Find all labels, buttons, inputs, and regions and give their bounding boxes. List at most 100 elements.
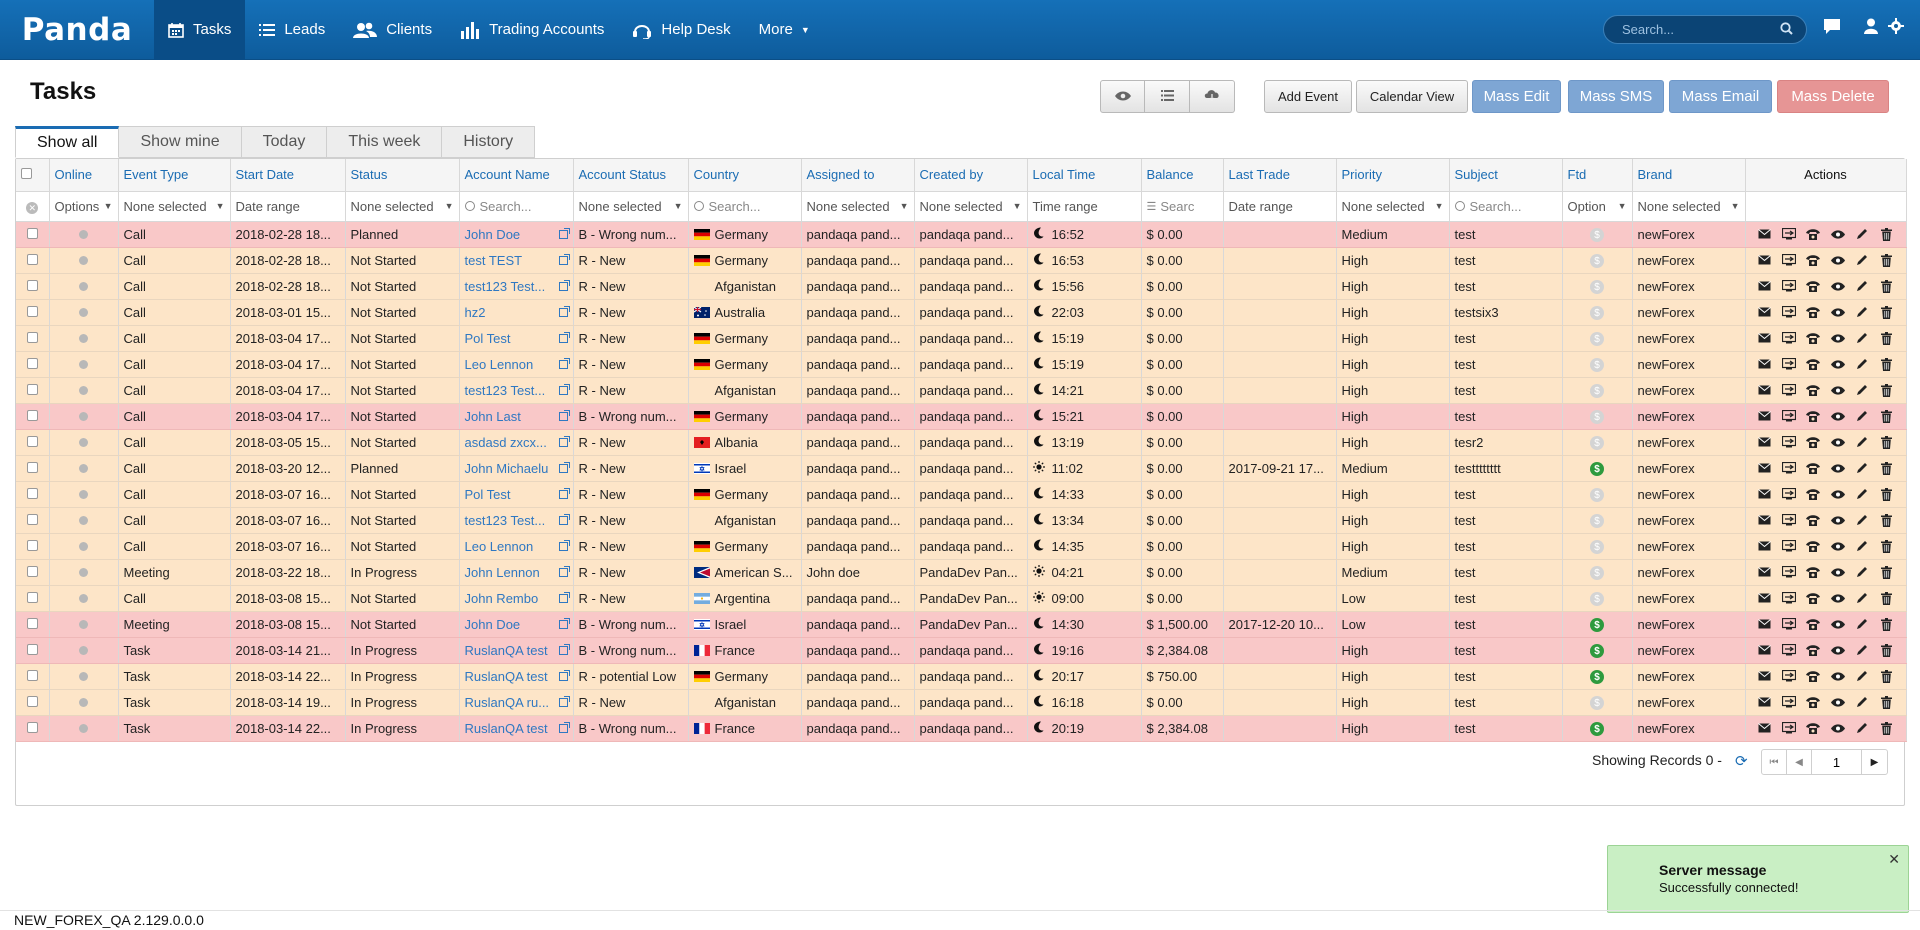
row-checkbox[interactable] <box>26 409 38 421</box>
table-row[interactable]: Call 2018-03-04 17... Not Started Pol Test R… <box>16 325 1907 352</box>
nav-leads[interactable]: Leads <box>245 0 339 60</box>
email-icon[interactable] <box>1757 333 1773 343</box>
sms-icon[interactable] <box>1781 566 1797 578</box>
eye-icon[interactable] <box>1830 723 1846 733</box>
phone-icon[interactable] <box>1805 540 1821 552</box>
calendar-view-button[interactable]: Calendar View <box>1356 80 1468 113</box>
pencil-icon[interactable] <box>1854 540 1870 552</box>
table-row[interactable]: Meeting 2018-03-22 18... In Progress John L… <box>16 559 1907 586</box>
email-icon[interactable] <box>1757 411 1773 421</box>
trash-icon[interactable] <box>1878 305 1894 319</box>
row-checkbox[interactable] <box>26 539 38 551</box>
table-row[interactable]: Call 2018-03-04 17... Not Started John Last… <box>16 403 1907 430</box>
sms-icon[interactable] <box>1781 358 1797 370</box>
table-row[interactable]: Call 2018-03-08 15... Not Started John Remb… <box>16 585 1907 612</box>
account-name-link[interactable]: John Lennon <box>465 565 540 580</box>
filter-last-trade[interactable]: Date range <box>1223 191 1337 222</box>
col-created-by[interactable]: Created by <box>914 159 1028 192</box>
global-search-input[interactable] <box>1620 21 1780 38</box>
phone-icon[interactable] <box>1805 254 1821 266</box>
phone-icon[interactable] <box>1805 488 1821 500</box>
table-row[interactable]: Task 2018-03-14 21... In Progress RuslanQA … <box>16 637 1907 664</box>
account-name-link[interactable]: hz2 <box>465 305 486 320</box>
eye-icon[interactable] <box>1830 567 1846 577</box>
external-link-icon[interactable] <box>558 487 570 499</box>
filter-subject[interactable]: Search... <box>1449 191 1563 222</box>
row-checkbox[interactable] <box>26 591 38 603</box>
account-name-link[interactable]: Pol Test <box>465 331 511 346</box>
nav-clients[interactable]: Clients <box>339 0 446 60</box>
phone-icon[interactable] <box>1805 358 1821 370</box>
account-name-link[interactable]: John Last <box>465 409 521 424</box>
search-icon[interactable] <box>1780 21 1793 38</box>
email-icon[interactable] <box>1757 671 1773 681</box>
phone-icon[interactable] <box>1805 644 1821 656</box>
table-row[interactable]: Call 2018-03-07 16... Not Started Pol Test R… <box>16 481 1907 508</box>
filter-start-date[interactable]: Date range <box>230 191 346 222</box>
col-brand[interactable]: Brand <box>1632 159 1746 192</box>
email-icon[interactable] <box>1757 489 1773 499</box>
external-link-icon[interactable] <box>558 695 570 707</box>
col-last-trade[interactable]: Last Trade <box>1223 159 1337 192</box>
filter-country[interactable]: Search... <box>688 191 802 222</box>
sms-icon[interactable] <box>1781 722 1797 734</box>
mass-delete-button[interactable]: Mass Delete <box>1777 80 1889 113</box>
email-icon[interactable] <box>1757 723 1773 733</box>
email-icon[interactable] <box>1757 359 1773 369</box>
eye-icon[interactable] <box>1830 411 1846 421</box>
external-link-icon[interactable] <box>558 279 570 291</box>
table-row[interactable]: Call 2018-03-01 15... Not Started hz2 R - Ne… <box>16 299 1907 326</box>
col-start-date[interactable]: Start Date <box>230 159 346 192</box>
eye-icon[interactable] <box>1830 645 1846 655</box>
trash-icon[interactable] <box>1878 669 1894 683</box>
row-checkbox[interactable] <box>26 435 38 447</box>
email-icon[interactable] <box>1757 619 1773 629</box>
sms-icon[interactable] <box>1781 514 1797 526</box>
external-link-icon[interactable] <box>558 435 570 447</box>
tab-show-all[interactable]: Show all <box>15 126 120 158</box>
pencil-icon[interactable] <box>1854 410 1870 422</box>
col-subject[interactable]: Subject <box>1449 159 1563 192</box>
phone-icon[interactable] <box>1805 592 1821 604</box>
row-checkbox[interactable] <box>26 227 38 239</box>
filter-balance[interactable]: ☰ Searc <box>1141 191 1224 222</box>
eye-icon[interactable] <box>1830 307 1846 317</box>
trash-icon[interactable] <box>1878 331 1894 345</box>
select-all-checkbox[interactable] <box>21 168 32 180</box>
nav-tasks[interactable]: Tasks <box>154 0 246 60</box>
eye-icon[interactable] <box>1830 671 1846 681</box>
filter-assigned-to[interactable]: None selected ▼ <box>801 191 915 222</box>
trash-icon[interactable] <box>1878 487 1894 501</box>
row-checkbox[interactable] <box>26 565 38 577</box>
external-link-icon[interactable] <box>558 643 570 655</box>
phone-icon[interactable] <box>1805 410 1821 422</box>
filter-online[interactable]: Options ▼ <box>49 191 119 222</box>
pencil-icon[interactable] <box>1854 254 1870 266</box>
trash-icon[interactable] <box>1878 383 1894 397</box>
eye-icon[interactable] <box>1830 541 1846 551</box>
col-priority[interactable]: Priority <box>1336 159 1450 192</box>
account-name-link[interactable]: RuslanQA test <box>465 669 548 684</box>
email-icon[interactable] <box>1757 229 1773 239</box>
trash-icon[interactable] <box>1878 279 1894 293</box>
account-name-link[interactable]: Leo Lennon <box>465 357 534 372</box>
trash-icon[interactable] <box>1878 461 1894 475</box>
row-checkbox[interactable] <box>26 669 38 681</box>
external-link-icon[interactable] <box>558 383 570 395</box>
trash-icon[interactable] <box>1878 539 1894 553</box>
email-icon[interactable] <box>1757 463 1773 473</box>
eye-icon[interactable] <box>1830 593 1846 603</box>
sms-icon[interactable] <box>1781 254 1797 266</box>
row-checkbox[interactable] <box>26 331 38 343</box>
phone-icon[interactable] <box>1805 722 1821 734</box>
sms-icon[interactable] <box>1781 280 1797 292</box>
account-name-link[interactable]: John Michaelu <box>465 461 549 476</box>
email-icon[interactable] <box>1757 515 1773 525</box>
list-view-button[interactable] <box>1145 80 1190 113</box>
phone-icon[interactable] <box>1805 332 1821 344</box>
row-checkbox[interactable] <box>26 305 38 317</box>
pencil-icon[interactable] <box>1854 306 1870 318</box>
col-account-status[interactable]: Account Status <box>573 159 689 192</box>
external-link-icon[interactable] <box>558 227 570 239</box>
eye-icon[interactable] <box>1830 463 1846 473</box>
